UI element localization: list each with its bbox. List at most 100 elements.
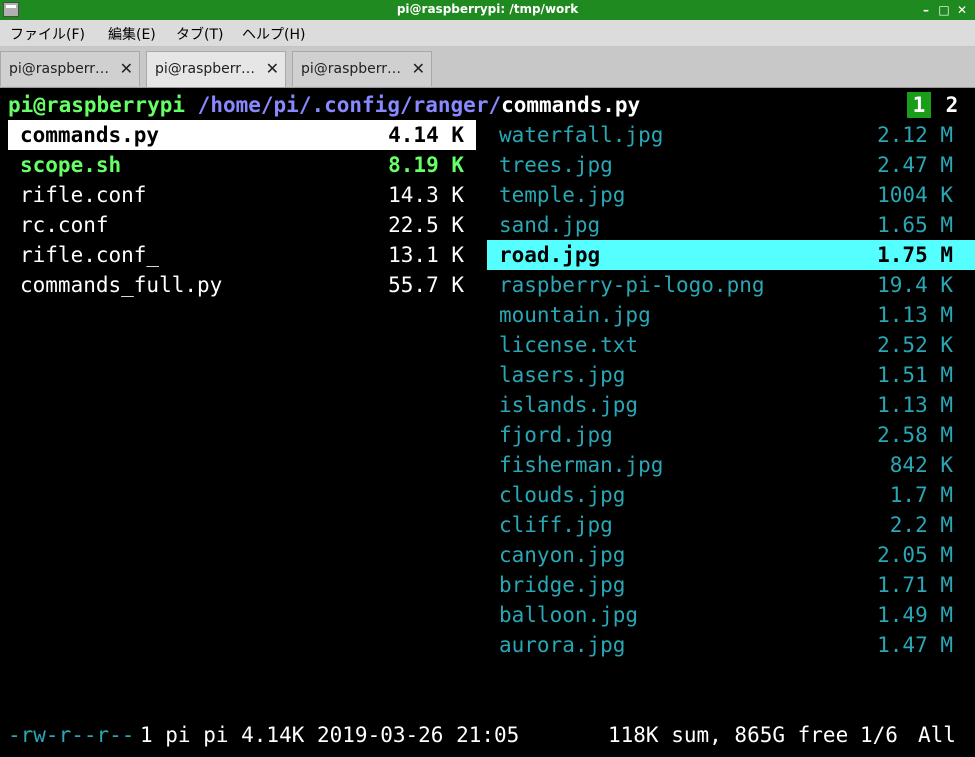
ranger-path: /home/pi/.config/ranger/ xyxy=(197,93,502,117)
file-row[interactable]: islands.jpg 1.13 M xyxy=(487,390,975,420)
file-size: 2.52 K xyxy=(877,333,953,357)
file-size: 8.19 K xyxy=(388,153,464,177)
menu-edit[interactable]: 編集(E) xyxy=(108,24,156,44)
tab-close-icon[interactable]: ✕ xyxy=(120,59,133,78)
status-permissions: -rw-r--r-- xyxy=(8,723,135,747)
file-name: license.txt xyxy=(499,333,639,357)
ranger-current-file: commands.py xyxy=(501,93,641,117)
file-size: 1.71 M xyxy=(877,573,953,597)
tab-label: pi@raspberr… xyxy=(9,61,110,77)
file-row[interactable]: clouds.jpg 1.7 M xyxy=(487,480,975,510)
file-size: 55.7 K xyxy=(388,273,464,297)
file-row[interactable]: raspberry-pi-logo.png 19.4 K xyxy=(487,270,975,300)
file-row[interactable]: license.txt 2.52 K xyxy=(487,330,975,360)
file-name: canyon.jpg xyxy=(499,543,626,567)
file-name: rc.conf xyxy=(20,213,109,237)
file-name: commands.py xyxy=(20,123,160,147)
file-name: mountain.jpg xyxy=(499,303,651,327)
file-row[interactable]: fisherman.jpg 842 K xyxy=(487,450,975,480)
file-size: 1.49 M xyxy=(877,603,953,627)
file-row[interactable]: rifle.conf_ 13.1 K xyxy=(8,240,476,270)
file-size: 2.58 M xyxy=(877,423,953,447)
file-size: 1.13 M xyxy=(877,303,953,327)
tab-bar: pi@raspberr… ✕ pi@raspberr… ✕ pi@raspber… xyxy=(0,47,975,88)
file-name: sand.jpg xyxy=(499,213,601,237)
file-name: fisherman.jpg xyxy=(499,453,664,477)
file-name: scope.sh xyxy=(20,153,122,177)
file-row[interactable]: rifle.conf 14.3 K xyxy=(8,180,476,210)
file-name: balloon.jpg xyxy=(499,603,639,627)
menu-help[interactable]: ヘルプ(H) xyxy=(242,24,305,44)
file-name: islands.jpg xyxy=(499,393,639,417)
file-row[interactable]: mountain.jpg 1.13 M xyxy=(487,300,975,330)
tab-close-icon[interactable]: ✕ xyxy=(266,59,279,78)
ranger-tab-1[interactable]: 1 xyxy=(907,92,931,118)
terminal-tab-3[interactable]: pi@raspberr… ✕ xyxy=(292,51,432,86)
file-name: lasers.jpg xyxy=(499,363,626,387)
terminal-tab-2[interactable]: pi@raspberr… ✕ xyxy=(146,51,286,87)
file-size: 1.13 M xyxy=(877,393,953,417)
file-size: 1.75 M xyxy=(877,243,953,267)
file-row[interactable]: road.jpg 1.75 M xyxy=(487,240,975,270)
minimize-icon[interactable]: – xyxy=(917,1,935,19)
file-name: temple.jpg xyxy=(499,183,626,207)
file-row[interactable]: scope.sh 8.19 K xyxy=(8,150,476,180)
file-row[interactable]: balloon.jpg 1.49 M xyxy=(487,600,975,630)
menu-file[interactable]: ファイル(F) xyxy=(10,24,85,44)
file-name: aurora.jpg xyxy=(499,633,626,657)
file-size: 13.1 K xyxy=(388,243,464,267)
file-name: raspberry-pi-logo.png xyxy=(499,273,765,297)
file-size: 2.47 M xyxy=(877,153,953,177)
file-row[interactable]: temple.jpg 1004 K xyxy=(487,180,975,210)
file-row[interactable]: canyon.jpg 2.05 M xyxy=(487,540,975,570)
terminal-tab-1[interactable]: pi@raspberr… ✕ xyxy=(0,51,140,86)
file-size: 1004 K xyxy=(877,183,953,207)
file-row[interactable]: aurora.jpg 1.47 M xyxy=(487,630,975,660)
menu-tab[interactable]: タブ(T) xyxy=(176,24,223,44)
file-size: 1.7 M xyxy=(889,483,953,507)
file-name: rifle.conf xyxy=(20,183,147,207)
file-row[interactable]: bridge.jpg 1.71 M xyxy=(487,570,975,600)
file-row[interactable]: trees.jpg 2.47 M xyxy=(487,150,975,180)
tab-close-icon[interactable]: ✕ xyxy=(412,59,425,78)
status-disk-summary: 118K sum, 865G free xyxy=(608,723,849,747)
file-size: 2.2 M xyxy=(889,513,953,537)
status-file-info: 1 pi pi 4.14K 2019-03-26 21:05 xyxy=(140,723,520,747)
file-size: 1.47 M xyxy=(877,633,953,657)
maximize-icon[interactable]: □ xyxy=(935,1,953,19)
close-icon[interactable]: ✕ xyxy=(953,1,971,19)
file-row[interactable]: sand.jpg 1.65 M xyxy=(487,210,975,240)
file-name: commands_full.py xyxy=(20,273,223,297)
file-name: waterfall.jpg xyxy=(499,123,664,147)
file-size: 14.3 K xyxy=(388,183,464,207)
file-name: clouds.jpg xyxy=(499,483,626,507)
file-size: 1.51 M xyxy=(877,363,953,387)
file-name: rifle.conf_ xyxy=(20,243,160,267)
file-size: 2.12 M xyxy=(877,123,953,147)
file-size: 19.4 K xyxy=(877,273,953,297)
window-title: pi@raspberrypi: /tmp/work xyxy=(396,2,579,16)
file-row[interactable]: fjord.jpg 2.58 M xyxy=(487,420,975,450)
file-size: 2.05 M xyxy=(877,543,953,567)
file-name: cliff.jpg xyxy=(499,513,613,537)
status-position: 1/6 xyxy=(860,723,898,747)
file-size: 1.65 M xyxy=(877,213,953,237)
file-size: 842 K xyxy=(889,453,953,477)
ranger-tab-2[interactable]: 2 xyxy=(940,92,964,118)
file-size: 4.14 K xyxy=(388,123,464,147)
ranger-path-line: pi@raspberrypi /home/pi/.config/ranger/c… xyxy=(8,90,640,120)
tab-label: pi@raspberr… xyxy=(155,61,256,77)
file-name: fjord.jpg xyxy=(499,423,613,447)
file-row[interactable]: rc.conf 22.5 K xyxy=(8,210,476,240)
status-scroll: All xyxy=(918,723,956,747)
window-titlebar: pi@raspberrypi: /tmp/work – □ ✕ xyxy=(0,0,975,20)
file-row[interactable]: commands.py 4.14 K xyxy=(8,120,476,150)
file-row[interactable]: commands_full.py 55.7 K xyxy=(8,270,476,300)
file-name: bridge.jpg xyxy=(499,573,626,597)
file-row[interactable]: waterfall.jpg 2.12 M xyxy=(487,120,975,150)
file-row[interactable]: lasers.jpg 1.51 M xyxy=(487,360,975,390)
menubar: ファイル(F) 編集(E) タブ(T) ヘルプ(H) xyxy=(0,20,975,47)
file-row[interactable]: cliff.jpg 2.2 M xyxy=(487,510,975,540)
terminal-screen[interactable]: pi@raspberrypi /home/pi/.config/ranger/c… xyxy=(0,88,975,757)
file-name: trees.jpg xyxy=(499,153,613,177)
